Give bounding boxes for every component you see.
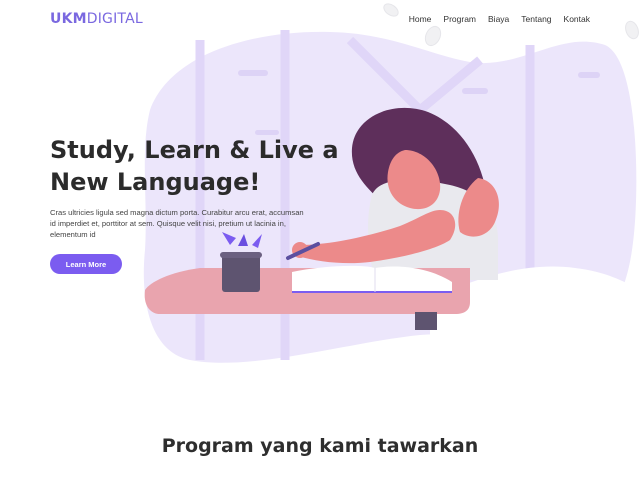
section-title: Program yang kami tawarkan — [161, 435, 479, 457]
hero-description: Cras ultricies ligula sed magna dictum p… — [50, 208, 304, 240]
brand-logo-bold: UKM — [50, 11, 87, 27]
nav-kontak[interactable]: Kontak — [564, 14, 590, 24]
hero-title-line-1: Study, Learn & Live a — [50, 136, 339, 164]
hero-illustration — [143, 3, 640, 400]
learn-more-button[interactable]: Learn More — [50, 254, 122, 274]
nav-biaya[interactable]: Biaya — [488, 14, 509, 24]
main-nav: Home Program Biaya Tentang Kontak — [409, 14, 590, 24]
nav-tentang[interactable]: Tentang — [521, 14, 551, 24]
hero-title-line-2: New Language! — [50, 168, 261, 196]
nav-home[interactable]: Home — [409, 14, 432, 24]
brand-logo-light: DIGITAL — [86, 11, 143, 27]
hero-title: Study, Learn & Live a New Language! — [50, 134, 350, 198]
nav-program[interactable]: Program — [443, 14, 476, 24]
brand-logo[interactable]: UKMDIGITAL — [50, 11, 143, 27]
